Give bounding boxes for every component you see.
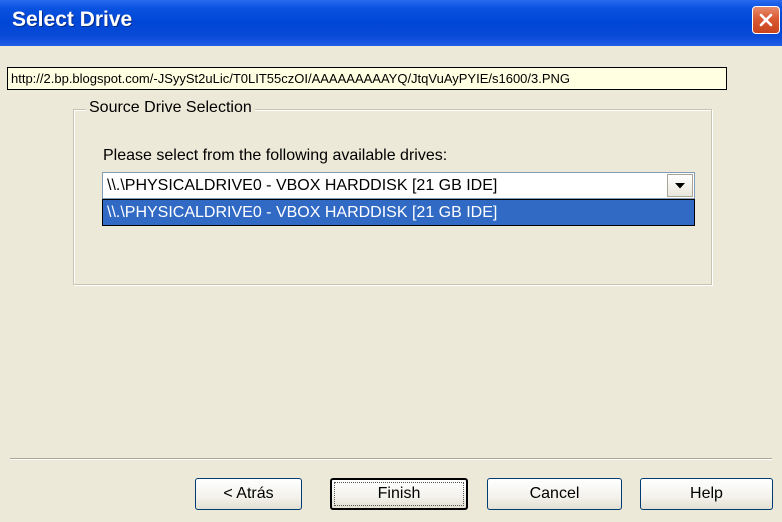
drive-select-value: \\.\PHYSICALDRIVE0 - VBOX HARDDISK [21 G… (107, 177, 498, 194)
close-button[interactable] (752, 6, 780, 34)
window-title: Select Drive (12, 8, 133, 31)
url-tooltip: http://2.bp.blogspot.com/-JSyySt2uLic/T0… (7, 67, 727, 90)
back-button-label: < Atrás (223, 485, 274, 502)
close-icon (759, 13, 773, 27)
chevron-down-icon (675, 182, 685, 188)
finish-button-label: Finish (377, 485, 421, 502)
finish-button[interactable]: Finish (330, 478, 468, 510)
back-button[interactable]: < Atrás (195, 478, 302, 510)
cancel-button-label: Cancel (529, 485, 580, 502)
groupbox-legend: Source Drive Selection (86, 99, 255, 117)
cancel-button[interactable]: Cancel (487, 478, 622, 510)
drive-option-selected[interactable]: \\.\PHYSICALDRIVE0 - VBOX HARDDISK [21 G… (103, 200, 694, 225)
instruction-label: Please select from the following availab… (103, 147, 448, 164)
help-button-label: Help (690, 485, 723, 502)
help-button[interactable]: Help (640, 478, 773, 510)
separator (10, 458, 772, 460)
drive-dropdown-list: \\.\PHYSICALDRIVE0 - VBOX HARDDISK [21 G… (102, 199, 695, 226)
drive-select[interactable]: \\.\PHYSICALDRIVE0 - VBOX HARDDISK [21 G… (102, 172, 695, 199)
dropdown-arrow-button[interactable] (667, 174, 693, 197)
title-bar: Select Drive (0, 0, 782, 46)
